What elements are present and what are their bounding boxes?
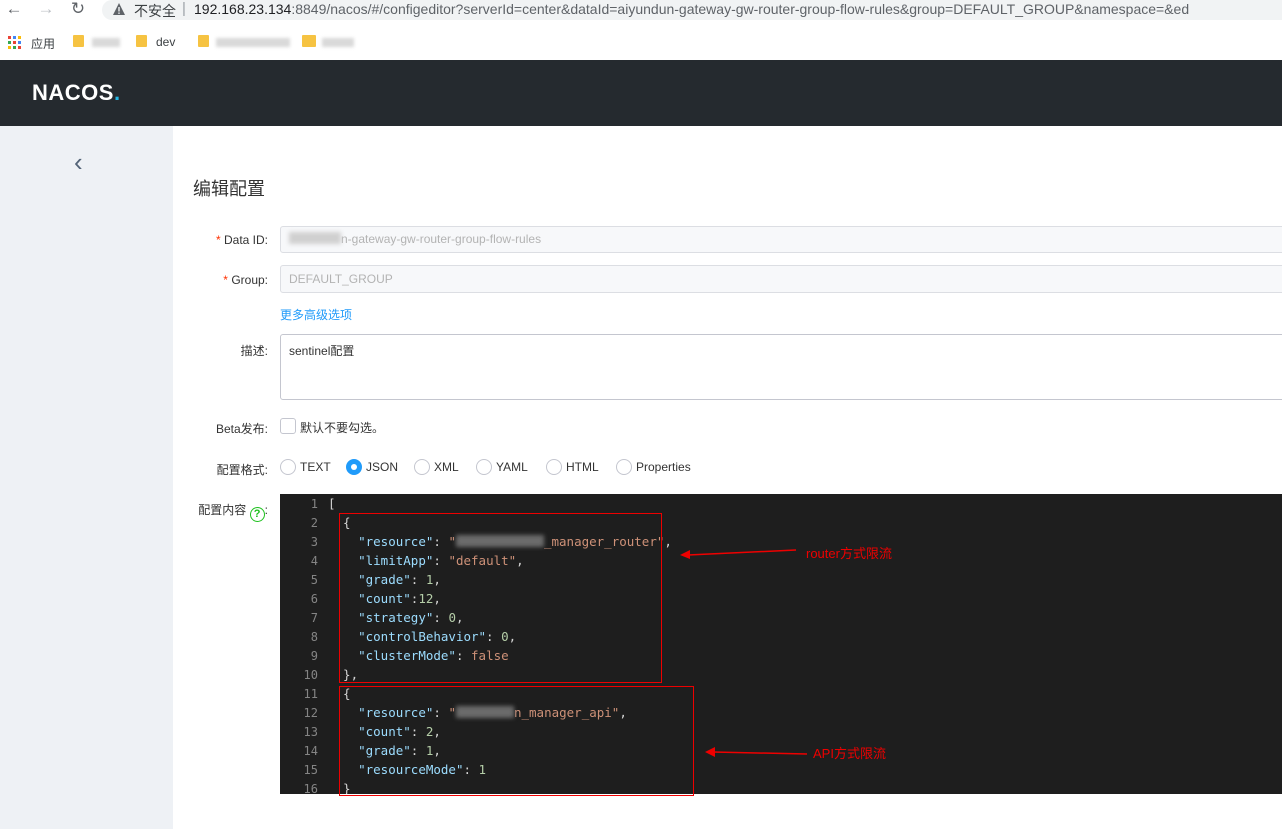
- line-number-gutter: 1 2 3 4 5 6 7 8 9 10 11 12 13 14 15 16: [280, 494, 324, 794]
- radio-json[interactable]: [346, 459, 362, 475]
- line-number: 11: [303, 687, 318, 701]
- description-field[interactable]: sentinel配置: [280, 334, 1282, 400]
- radio-html-label: HTML: [566, 460, 599, 474]
- radio-text[interactable]: [280, 459, 296, 475]
- url-path: :8849/nacos/#/configeditor?serverId=cent…: [291, 1, 1190, 17]
- line-number: 1: [310, 497, 318, 511]
- url-text[interactable]: 192.168.23.134:8849/nacos/#/configeditor…: [194, 1, 1189, 17]
- line-number: 13: [303, 725, 318, 739]
- api-annotation: API方式限流: [813, 746, 886, 761]
- redacted-text: [289, 232, 341, 244]
- line-number: 6: [310, 592, 318, 606]
- insecure-label: 不安全: [134, 3, 176, 19]
- router-highlight-box: [339, 513, 662, 683]
- advanced-options-link[interactable]: 更多高级选项: [280, 306, 352, 323]
- page-title: 编辑配置: [193, 179, 265, 199]
- code-token: [: [328, 496, 336, 511]
- data-id-value: n-gateway-gw-router-group-flow-rules: [341, 232, 542, 246]
- bookmark-dev[interactable]: dev: [156, 35, 175, 49]
- chevron-left-icon[interactable]: ‹: [74, 149, 94, 176]
- data-id-field[interactable]: n-gateway-gw-router-group-flow-rules: [280, 226, 1282, 253]
- annotation-arrow: [680, 549, 797, 559]
- beta-checkbox[interactable]: [280, 418, 296, 434]
- data-id-label: Data ID:: [148, 233, 268, 247]
- url-separator: |: [182, 0, 186, 17]
- radio-json-label: JSON: [366, 460, 399, 474]
- line-number: 9: [310, 649, 318, 663]
- reload-icon[interactable]: ↻: [68, 0, 88, 20]
- bookmark-folder-icon[interactable]: [302, 35, 316, 47]
- line-number: 16: [303, 782, 318, 794]
- radio-text-label: TEXT: [300, 460, 331, 474]
- redacted-bookmark: [92, 38, 120, 47]
- back-arrow-icon[interactable]: ←: [4, 0, 24, 20]
- line-number: 10: [303, 668, 318, 682]
- warning-icon[interactable]: [112, 2, 126, 16]
- api-highlight-box: [339, 686, 694, 796]
- bookmark-folder-icon[interactable]: [73, 35, 84, 47]
- description-label: 描述:: [240, 344, 268, 358]
- line-number: 15: [303, 763, 318, 777]
- browser-address-bar: ← → ↻ 不安全 | 192.168.23.134:8849/nacos/#/…: [0, 0, 1282, 25]
- radio-html[interactable]: [546, 459, 562, 475]
- group-field[interactable]: DEFAULT_GROUP: [280, 265, 1282, 293]
- nacos-logo[interactable]: NACOS.: [32, 80, 121, 106]
- forward-arrow-icon[interactable]: →: [36, 0, 56, 20]
- line-number: 7: [310, 611, 318, 625]
- url-host: 192.168.23.134: [194, 1, 292, 17]
- redacted-bookmark: [216, 38, 290, 47]
- group-value: DEFAULT_GROUP: [289, 272, 393, 286]
- description-value: sentinel配置: [289, 344, 355, 358]
- line-number: 3: [310, 535, 318, 549]
- annotation-arrow: [705, 747, 808, 757]
- radio-xml[interactable]: [414, 459, 430, 475]
- redacted-bookmark: [322, 38, 354, 47]
- bookmark-folder-icon[interactable]: [198, 35, 209, 47]
- line-number: 14: [303, 744, 318, 758]
- radio-yaml[interactable]: [476, 459, 492, 475]
- line-number: 12: [303, 706, 318, 720]
- router-annotation: router方式限流: [806, 546, 892, 561]
- bookmark-apps[interactable]: 应用: [31, 35, 55, 52]
- bookmark-folder-icon[interactable]: [136, 35, 147, 47]
- logo-dot: .: [113, 80, 121, 105]
- apps-grid-icon[interactable]: [8, 36, 21, 49]
- beta-hint: 默认不要勾选。: [300, 421, 385, 435]
- radio-properties-label: Properties: [636, 460, 691, 474]
- radio-yaml-label: YAML: [496, 460, 528, 474]
- group-label: Group:: [148, 273, 268, 287]
- line-number: 4: [310, 554, 318, 568]
- format-label: 配置格式:: [216, 463, 268, 477]
- app-header: [0, 60, 1282, 126]
- beta-label: Beta发布:: [215, 422, 268, 436]
- line-number: 5: [310, 573, 318, 587]
- content-label: 配置内容 ?:: [198, 503, 268, 522]
- radio-xml-label: XML: [434, 460, 459, 474]
- line-number: 8: [310, 630, 318, 644]
- bookmarks-bar: 应用 dev: [0, 30, 1282, 56]
- help-icon[interactable]: ?: [249, 507, 265, 522]
- radio-properties[interactable]: [616, 459, 632, 475]
- logo-text: NACOS: [32, 80, 114, 105]
- code-line: [: [328, 496, 336, 511]
- line-number: 2: [310, 516, 318, 530]
